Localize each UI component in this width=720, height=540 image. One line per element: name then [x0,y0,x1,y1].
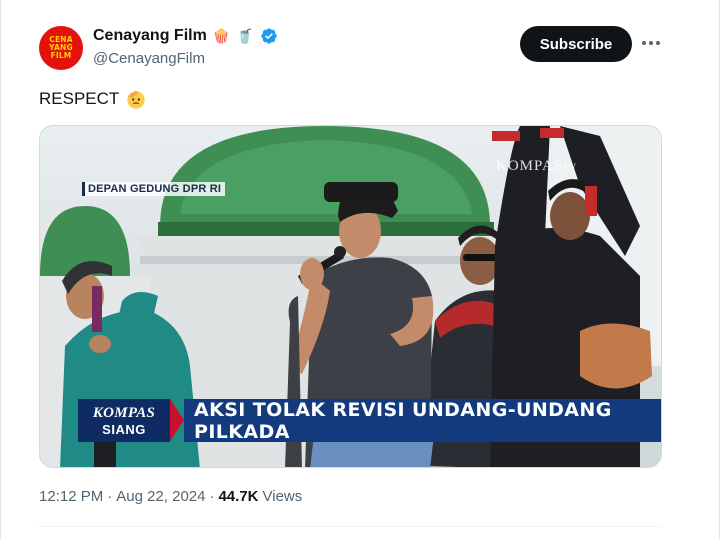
more-dot [642,41,646,45]
more-dot [649,41,653,45]
news-lower-third: KOMPAS SIANG AKSI TOLAK REVISI UNDANG-UN… [78,399,661,443]
more-horizontal-icon[interactable] [639,33,663,53]
program-brand: KOMPAS SIANG [78,399,170,442]
tweet-metadata: 12:12 PM · Aug 22, 2024 · 44.7K Views [39,488,302,505]
tweet-media-image[interactable]: DEPAN GEDUNG DPR RI KOMPASTV KOMPAS SIAN… [39,125,662,468]
program-brand-line2: SIANG [102,421,146,437]
watermark-text: KOMPAS [496,158,564,174]
post-date[interactable]: Aug 22, 2024 [116,488,205,505]
views-label: Views [262,488,303,505]
watermark-suffix: TV [563,162,578,172]
banner-chevron-icon [170,399,184,441]
tweet-text-content: RESPECT [39,89,120,108]
news-location-label: DEPAN GEDUNG DPR RI [82,182,226,196]
salute-face-emoji-icon [127,90,146,109]
program-brand-line1: KOMPAS [92,404,156,421]
post-time[interactable]: 12:12 PM [39,488,103,505]
news-headline: AKSI TOLAK REVISI UNDANG-UNDANG PILKADA [184,399,661,443]
verified-badge-icon[interactable] [260,27,278,45]
divider [39,526,662,527]
author-name-row[interactable]: Cenayang Film 🍿 🥤 [93,27,278,45]
views-count: 44.7K [218,488,259,505]
broadcaster-watermark: KOMPASTV [496,158,577,175]
author-display-name[interactable]: Cenayang Film [93,27,207,45]
tweet-container: CENA YANG FILM Cenayang Film 🍿 🥤 @Cenaya… [0,0,720,540]
cup-emoji: 🥤 [236,28,254,44]
author-avatar[interactable]: CENA YANG FILM [39,26,83,70]
more-dot [656,41,660,45]
meta-separator: · [209,488,215,505]
tweet-text: RESPECT [39,88,147,110]
avatar-logo-text: CENA YANG FILM [49,35,73,60]
author-handle[interactable]: @CenayangFilm [93,50,205,67]
meta-separator: · [107,488,113,505]
popcorn-emoji: 🍿 [212,28,231,44]
subscribe-button[interactable]: Subscribe [520,26,632,62]
